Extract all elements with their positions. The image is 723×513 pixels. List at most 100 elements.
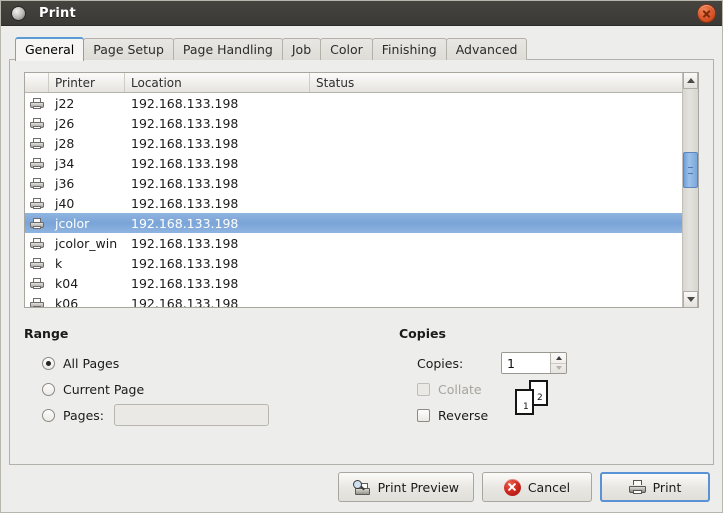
checkbox-reverse-label: Reverse xyxy=(438,408,488,423)
printer-name: j34 xyxy=(49,156,125,171)
stepper-down-icon[interactable] xyxy=(551,363,566,374)
printer-list-rows: j22 192.168.133.198 j26 192.168.133.198 xyxy=(25,93,682,307)
range-group-label: Range xyxy=(24,326,399,341)
checkbox-reverse[interactable]: Reverse xyxy=(399,402,507,428)
tab-page-setup-label: Page Setup xyxy=(93,42,164,57)
printer-location: 192.168.133.198 xyxy=(125,96,310,111)
printer-icon xyxy=(25,98,49,109)
tab-color-label: Color xyxy=(330,42,363,57)
copies-field-row: Copies: 1 xyxy=(399,350,699,376)
tab-advanced[interactable]: Advanced xyxy=(446,38,528,60)
options-area: Range All Pages Current Page Pages: xyxy=(24,326,699,454)
copies-value[interactable]: 1 xyxy=(502,353,550,373)
preview-page-back-number: 2 xyxy=(537,393,543,403)
printer-location: 192.168.133.198 xyxy=(125,176,310,191)
print-dialog-window: Print General Page Setup Page Handling J… xyxy=(0,0,723,513)
printer-icon xyxy=(25,198,49,209)
printer-name: j22 xyxy=(49,96,125,111)
printer-icon xyxy=(25,238,49,249)
printer-name: j36 xyxy=(49,176,125,191)
table-row[interactable]: k04 192.168.133.198 xyxy=(25,273,682,293)
printer-name: j40 xyxy=(49,196,125,211)
checkbox-reverse-indicator xyxy=(417,409,430,422)
table-row[interactable]: j40 192.168.133.198 xyxy=(25,193,682,213)
tab-page-setup[interactable]: Page Setup xyxy=(83,38,174,60)
column-header-icon[interactable] xyxy=(25,73,49,92)
close-icon[interactable] xyxy=(698,5,715,22)
table-row[interactable]: k06 192.168.133.198 xyxy=(25,293,682,307)
app-circle-icon xyxy=(12,7,25,20)
tab-general-label: General xyxy=(25,42,74,57)
table-row-selected[interactable]: jcolor 192.168.133.198 xyxy=(25,213,682,233)
printer-location: 192.168.133.198 xyxy=(125,156,310,171)
table-row[interactable]: j28 192.168.133.198 xyxy=(25,133,682,153)
radio-current-page-label: Current Page xyxy=(63,382,144,397)
copies-options-row: Collate Reverse 2 1 xyxy=(399,376,699,428)
printer-icon xyxy=(25,298,49,308)
printer-name: k04 xyxy=(49,276,125,291)
copies-checkboxes: Collate Reverse xyxy=(399,376,507,428)
printer-location: 192.168.133.198 xyxy=(125,256,310,271)
radio-pages-indicator xyxy=(42,409,55,422)
radio-pages[interactable]: Pages: xyxy=(24,402,399,428)
print-label: Print xyxy=(653,480,682,495)
printer-name: jcolor xyxy=(49,216,125,231)
printer-icon xyxy=(25,178,49,189)
copies-stepper-buttons xyxy=(550,353,566,373)
cancel-icon xyxy=(504,479,521,496)
tab-color[interactable]: Color xyxy=(320,38,373,60)
window-title: Print xyxy=(39,6,76,21)
stepper-up-icon[interactable] xyxy=(551,353,566,363)
copies-group: Copies Copies: 1 xyxy=(399,326,699,454)
radio-all-pages-label: All Pages xyxy=(63,356,119,371)
column-header-location[interactable]: Location xyxy=(125,73,310,92)
print-icon xyxy=(629,480,646,494)
collate-preview-icon: 2 1 xyxy=(513,380,553,420)
tab-strip: General Page Setup Page Handling Job Col… xyxy=(9,36,714,60)
tab-finishing[interactable]: Finishing xyxy=(372,38,447,60)
column-header-status[interactable]: Status xyxy=(310,73,682,92)
table-row[interactable]: j26 192.168.133.198 xyxy=(25,113,682,133)
checkbox-collate: Collate xyxy=(399,376,507,402)
titlebar: Print xyxy=(1,1,722,26)
table-row[interactable]: j22 192.168.133.198 xyxy=(25,93,682,113)
column-header-printer[interactable]: Printer xyxy=(49,73,125,92)
preview-page-front-number: 1 xyxy=(523,402,529,412)
printer-name: j28 xyxy=(49,136,125,151)
printer-location: 192.168.133.198 xyxy=(125,296,310,308)
print-preview-button[interactable]: Print Preview xyxy=(338,472,474,502)
scrollbar-thumb[interactable] xyxy=(683,152,698,188)
scrollbar-track[interactable] xyxy=(683,89,698,291)
dialog-body: General Page Setup Page Handling Job Col… xyxy=(1,26,722,512)
radio-current-page[interactable]: Current Page xyxy=(24,376,399,402)
copies-group-label: Copies xyxy=(399,326,699,341)
radio-all-pages[interactable]: All Pages xyxy=(24,350,399,376)
printer-location: 192.168.133.198 xyxy=(125,116,310,131)
table-row[interactable]: j36 192.168.133.198 xyxy=(25,173,682,193)
tab-page-handling[interactable]: Page Handling xyxy=(173,38,283,60)
printer-location: 192.168.133.198 xyxy=(125,236,310,251)
scroll-down-icon[interactable] xyxy=(683,291,698,307)
pages-input[interactable] xyxy=(114,404,269,426)
cancel-button[interactable]: Cancel xyxy=(482,472,592,502)
copies-stepper[interactable]: 1 xyxy=(501,352,567,374)
table-row[interactable]: jcolor_win 192.168.133.198 xyxy=(25,233,682,253)
checkbox-collate-indicator xyxy=(417,383,430,396)
cancel-label: Cancel xyxy=(528,480,570,495)
radio-current-page-indicator xyxy=(42,383,55,396)
printer-location: 192.168.133.198 xyxy=(125,136,310,151)
print-button[interactable]: Print xyxy=(600,472,710,502)
printer-list-main: Printer Location Status j22 192.168.133.… xyxy=(25,73,682,307)
printer-list-header: Printer Location Status xyxy=(25,73,682,93)
tab-job[interactable]: Job xyxy=(282,38,321,60)
tab-job-label: Job xyxy=(292,42,311,57)
printer-list-scrollbar[interactable] xyxy=(682,73,698,307)
tab-general[interactable]: General xyxy=(15,37,84,61)
checkbox-collate-label: Collate xyxy=(438,382,482,397)
table-row[interactable]: j34 192.168.133.198 xyxy=(25,153,682,173)
printer-icon xyxy=(25,278,49,289)
table-row[interactable]: k 192.168.133.198 xyxy=(25,253,682,273)
scroll-up-icon[interactable] xyxy=(683,73,698,89)
printer-location: 192.168.133.198 xyxy=(125,276,310,291)
printer-location: 192.168.133.198 xyxy=(125,216,310,231)
